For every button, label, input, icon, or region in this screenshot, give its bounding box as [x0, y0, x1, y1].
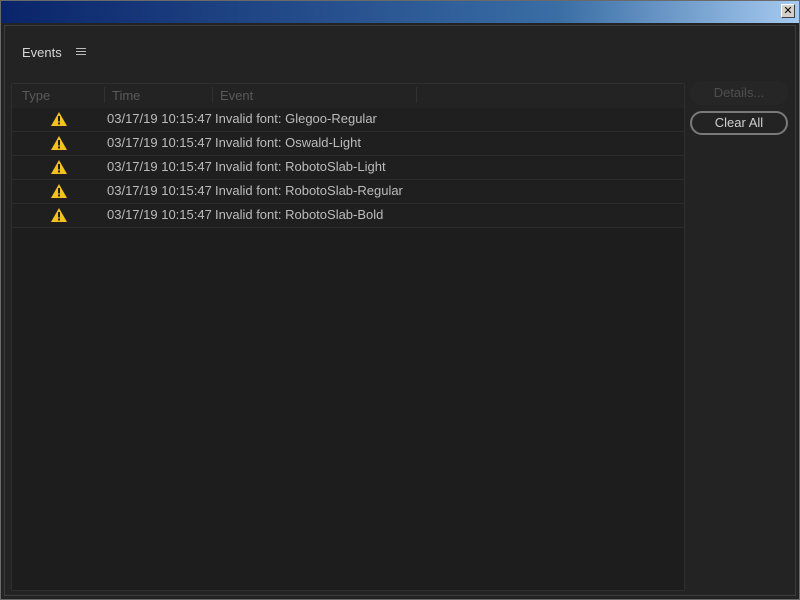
column-divider[interactable]	[212, 87, 213, 103]
row-event: Invalid font: RobotoSlab-Bold	[215, 207, 384, 222]
column-header-event[interactable]: Event	[220, 88, 253, 103]
table-row[interactable]: 03/17/19 10:15:47 Invalid font: RobotoSl…	[12, 204, 684, 228]
row-time: 03/17/19 10:15:47	[107, 111, 212, 126]
table-row[interactable]: 03/17/19 10:15:47 Invalid font: RobotoSl…	[12, 156, 684, 180]
column-header-time[interactable]: Time	[112, 88, 140, 103]
title-bar[interactable]: ✕	[1, 1, 799, 23]
events-table: Type Time Event 03/17/19 10:15:47 Invali…	[11, 83, 685, 591]
side-buttons: Details... Clear All	[690, 81, 790, 135]
column-divider[interactable]	[104, 87, 105, 103]
events-window: ✕ Events Type Time Event 03/17/19 10:15:…	[0, 0, 800, 600]
row-event: Invalid font: Oswald-Light	[215, 135, 361, 150]
panel-title[interactable]: Events	[22, 45, 62, 60]
table-row[interactable]: 03/17/19 10:15:47 Invalid font: RobotoSl…	[12, 180, 684, 204]
close-icon: ✕	[783, 4, 793, 17]
close-button[interactable]: ✕	[781, 4, 795, 18]
table-header: Type Time Event	[12, 84, 684, 109]
table-row[interactable]: 03/17/19 10:15:47 Invalid font: Oswald-L…	[12, 132, 684, 156]
row-event: Invalid font: RobotoSlab-Light	[215, 159, 386, 174]
table-rows: 03/17/19 10:15:47 Invalid font: Glegoo-R…	[12, 108, 684, 228]
row-time: 03/17/19 10:15:47	[107, 183, 212, 198]
table-row[interactable]: 03/17/19 10:15:47 Invalid font: Glegoo-R…	[12, 108, 684, 132]
panel-header: Events	[22, 42, 88, 62]
warning-icon	[51, 112, 67, 126]
row-event: Invalid font: RobotoSlab-Regular	[215, 183, 403, 198]
row-time: 03/17/19 10:15:47	[107, 135, 212, 150]
warning-icon	[51, 160, 67, 174]
warning-icon	[51, 136, 67, 150]
warning-icon	[51, 184, 67, 198]
details-button[interactable]: Details...	[690, 81, 788, 105]
column-divider[interactable]	[416, 87, 417, 103]
row-time: 03/17/19 10:15:47	[107, 207, 212, 222]
warning-icon	[51, 208, 67, 222]
column-header-type[interactable]: Type	[22, 88, 50, 103]
row-event: Invalid font: Glegoo-Regular	[215, 111, 377, 126]
events-panel: Events Type Time Event 03/17/19 10:15:47…	[4, 25, 796, 596]
row-time: 03/17/19 10:15:47	[107, 159, 212, 174]
hamburger-menu-icon[interactable]	[75, 46, 88, 58]
clear-all-button[interactable]: Clear All	[690, 111, 788, 135]
